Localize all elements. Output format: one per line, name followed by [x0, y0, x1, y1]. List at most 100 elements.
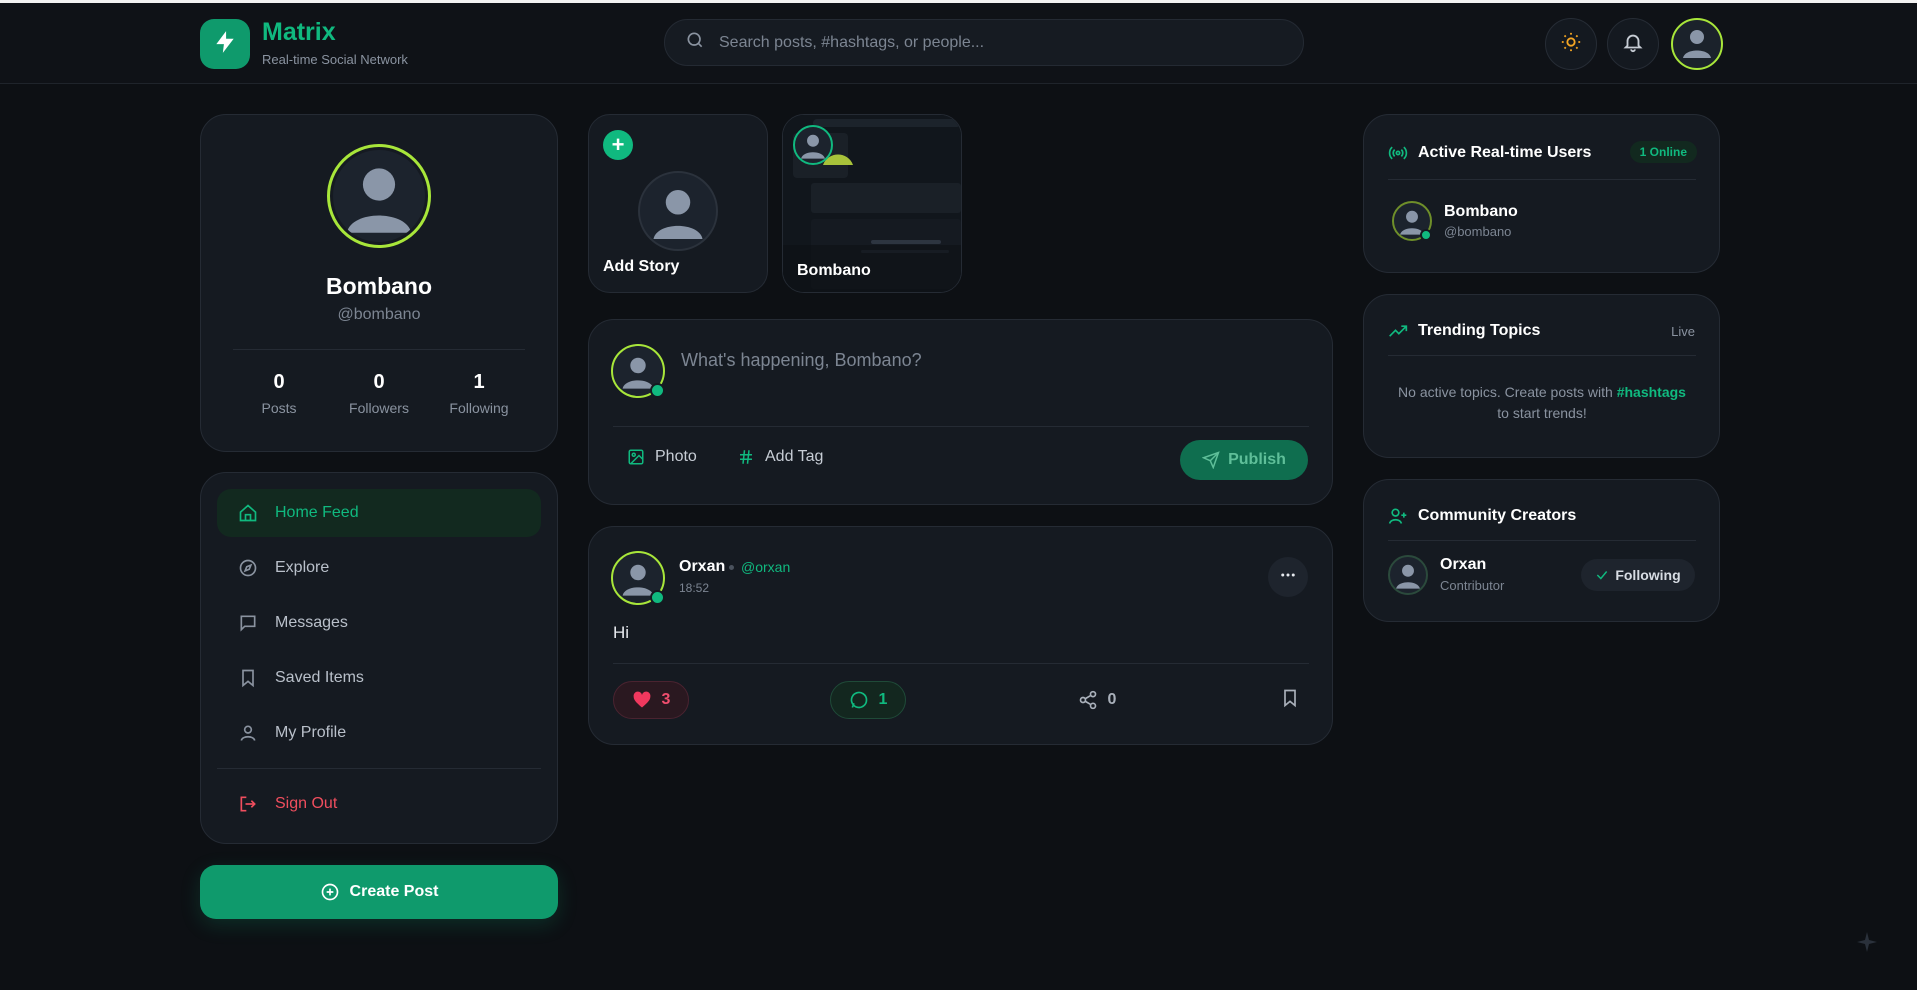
- creators-title: Community Creators: [1418, 507, 1577, 524]
- sign-out-button[interactable]: Sign Out: [217, 780, 541, 828]
- stat-followers[interactable]: 0 Followers: [329, 371, 429, 416]
- add-tag-button[interactable]: Add Tag: [737, 448, 823, 466]
- navigation-card: Home Feed Explore Messages Saved Items M…: [200, 472, 558, 844]
- search-bar[interactable]: [664, 19, 1304, 66]
- user-icon: [237, 722, 259, 744]
- nav-item-saved-items[interactable]: Saved Items: [217, 654, 541, 702]
- message-icon: [237, 612, 259, 634]
- story-add[interactable]: + Add Story: [588, 114, 768, 293]
- post-author-handle[interactable]: @orxan: [741, 559, 790, 575]
- community-creators-card: Community Creators Orxan Contributor Fol…: [1363, 479, 1720, 622]
- bookmark-button[interactable]: [1275, 681, 1305, 719]
- user-silhouette-icon: [1677, 22, 1717, 67]
- plus-icon: +: [603, 130, 633, 160]
- stat-label: Following: [449, 400, 509, 416]
- bookmark-icon: [237, 667, 259, 689]
- post-author-avatar[interactable]: [611, 551, 665, 605]
- separator-dot: [729, 565, 734, 570]
- notifications-button[interactable]: [1607, 18, 1659, 70]
- stat-value: 0: [373, 371, 385, 393]
- add-photo-button[interactable]: Photo: [627, 448, 697, 466]
- nav-item-label: Messages: [275, 614, 348, 631]
- divider: [613, 426, 1309, 427]
- share-count: 0: [1107, 691, 1117, 708]
- logo[interactable]: [200, 19, 250, 69]
- theme-toggle-button[interactable]: [1545, 18, 1597, 70]
- search-input[interactable]: [719, 33, 1279, 52]
- sparkle-icon: [1855, 930, 1879, 959]
- user-plus-icon: [1388, 506, 1408, 526]
- divider: [1388, 355, 1696, 356]
- story-avatar: [638, 171, 718, 251]
- create-post-label: Create Post: [349, 883, 439, 900]
- post-author-name[interactable]: Orxan: [679, 558, 725, 576]
- composer-avatar: [611, 344, 665, 398]
- stat-value: 1: [473, 371, 485, 393]
- logout-icon: [237, 793, 259, 815]
- sign-out-label: Sign Out: [275, 795, 338, 812]
- empty-text: to start trends!: [1497, 405, 1587, 421]
- active-users-card: Active Real-time Users 1 Online Bombano …: [1363, 114, 1720, 273]
- post-composer: What's happening, Bombano? Photo Add Tag…: [588, 319, 1333, 505]
- publish-label: Publish: [1228, 451, 1286, 468]
- live-label: Live: [1671, 324, 1695, 339]
- more-horizontal-icon: [1279, 566, 1297, 589]
- active-user-handle: @bombano: [1444, 224, 1512, 239]
- creator-role: Contributor: [1440, 578, 1505, 593]
- post-body: Hi: [613, 623, 630, 642]
- divider: [233, 349, 525, 350]
- following-button[interactable]: Following: [1581, 559, 1695, 591]
- nav-item-home-feed[interactable]: Home Feed: [217, 489, 541, 537]
- divider: [1388, 540, 1696, 541]
- stat-posts: 0 Posts: [229, 371, 329, 416]
- creator-avatar[interactable]: [1388, 555, 1428, 595]
- image-icon: [627, 448, 645, 466]
- creator-name[interactable]: Orxan: [1440, 556, 1486, 574]
- brand-subtitle: Real-time Social Network: [262, 52, 408, 67]
- top-header: Matrix Real-time Social Network: [0, 3, 1917, 84]
- hashtag-link[interactable]: #hashtags: [1617, 384, 1686, 400]
- composer-input[interactable]: What's happening, Bombano?: [681, 350, 922, 371]
- profile-card: Bombano @bombano 0 Posts 0 Followers 1 F…: [200, 114, 558, 452]
- story-label: Add Story: [603, 258, 680, 275]
- story-label: Bombano: [797, 262, 871, 279]
- add-tag-label: Add Tag: [765, 448, 824, 465]
- bookmark-icon: [1280, 688, 1300, 713]
- online-count-badge: 1 Online: [1629, 141, 1697, 163]
- story-avatar: [793, 125, 833, 165]
- stat-following[interactable]: 1 Following: [429, 371, 529, 416]
- like-count: 3: [661, 691, 671, 708]
- post-card: Orxan @orxan 18:52 Hi 3 1 0: [588, 526, 1333, 745]
- stat-label: Followers: [349, 400, 409, 416]
- trending-title: Trending Topics: [1418, 322, 1541, 339]
- photo-label: Photo: [655, 448, 697, 465]
- post-timestamp: 18:52: [679, 581, 710, 595]
- profile-handle: @bombano: [337, 306, 421, 323]
- share-button[interactable]: 0: [1067, 681, 1127, 719]
- comment-button[interactable]: 1: [830, 681, 906, 719]
- divider: [1388, 179, 1696, 180]
- trending-up-icon: [1388, 322, 1408, 342]
- create-post-button[interactable]: Create Post: [200, 865, 558, 919]
- avatar[interactable]: [1671, 18, 1723, 70]
- nav-item-my-profile[interactable]: My Profile: [217, 709, 541, 757]
- divider: [613, 663, 1309, 664]
- post-more-button[interactable]: [1268, 557, 1308, 597]
- publish-button[interactable]: Publish: [1180, 440, 1308, 480]
- nav-item-explore[interactable]: Explore: [217, 544, 541, 592]
- bell-icon: [1622, 31, 1644, 58]
- brand-title: Matrix: [262, 18, 336, 46]
- like-button[interactable]: 3: [613, 681, 689, 719]
- broadcast-icon: [1388, 143, 1408, 163]
- active-user-name[interactable]: Bombano: [1444, 203, 1518, 221]
- plus-circle-icon: [320, 882, 340, 902]
- following-label: Following: [1615, 567, 1681, 583]
- story-item[interactable]: Bombano: [782, 114, 962, 293]
- empty-text: No active topics. Create posts with: [1398, 384, 1617, 400]
- nav-item-messages[interactable]: Messages: [217, 599, 541, 647]
- profile-avatar[interactable]: [327, 144, 431, 248]
- active-user-avatar[interactable]: [1392, 201, 1432, 241]
- stat-value: 0: [273, 371, 285, 393]
- profile-name: Bombano: [325, 273, 433, 299]
- comment-icon: [849, 690, 869, 710]
